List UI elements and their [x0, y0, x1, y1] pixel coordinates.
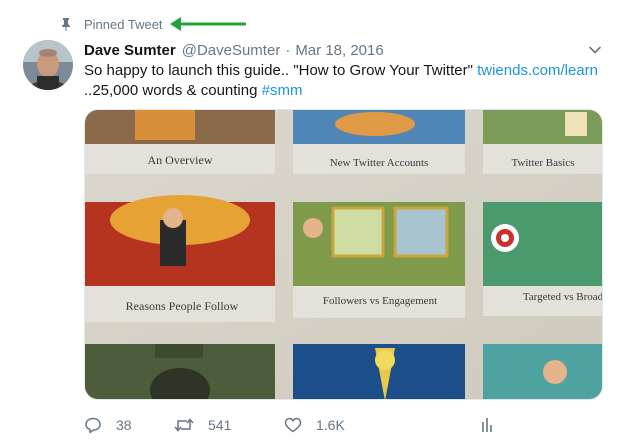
caret-down-icon[interactable] [587, 42, 603, 58]
reply-count: 38 [116, 417, 132, 433]
author-name[interactable]: Dave Sumter [84, 42, 176, 59]
retweet-icon [174, 418, 194, 432]
annotation-arrow-icon [170, 17, 246, 31]
avatar[interactable] [23, 40, 73, 90]
tweet-text-part1: So happy to launch this guide.. "How to … [84, 62, 478, 79]
analytics-icon [482, 418, 492, 432]
tweet-link[interactable]: twiends.com/learn [477, 62, 598, 79]
panel-row3-left [85, 344, 275, 399]
panel-row3-right [483, 344, 602, 399]
retweet-count: 541 [208, 417, 232, 433]
tweet-media-image[interactable]: An Overview New Twitter Accounts Twitter… [84, 109, 603, 400]
tweet-text: So happy to launch this guide.. "How to … [84, 61, 614, 101]
panel-label-new-twitter-accounts: New Twitter Accounts [330, 157, 429, 169]
like-icon [284, 417, 302, 433]
analytics-button[interactable] [480, 414, 508, 436]
tweet-actions: 38 541 1.6K [84, 414, 504, 436]
hashtag-link[interactable]: #smm [262, 82, 303, 99]
pin-icon [60, 16, 74, 32]
panel-label-twitter-basics: Twitter Basics [511, 157, 574, 169]
author-handle[interactable]: @DaveSumter [182, 42, 281, 59]
like-button[interactable]: 1.6K [284, 414, 345, 436]
panel-row3-middle [293, 344, 465, 399]
separator-dot: · [285, 41, 291, 59]
tweet-header: Dave Sumter @DaveSumter · Mar 18, 2016 [84, 40, 384, 60]
reply-button[interactable]: 38 [84, 414, 132, 436]
like-count: 1.6K [316, 417, 345, 433]
pinned-tweet-label: Pinned Tweet [84, 16, 163, 32]
panel-label-followers-vs-engagement: Followers vs Engagement [323, 295, 437, 307]
panel-label-targeted-vs-broad: Targeted vs Broad [523, 291, 603, 303]
panel-label-an-overview: An Overview [148, 153, 213, 167]
pinned-tweet-row: Pinned Tweet [60, 13, 163, 35]
panel-label-reasons-people-follow: Reasons People Follow [126, 299, 239, 313]
reply-icon [85, 417, 101, 434]
tweet-text-part2: ..25,000 words & counting [84, 82, 262, 99]
retweet-button[interactable]: 541 [174, 414, 231, 436]
tweet-date[interactable]: Mar 18, 2016 [295, 42, 383, 59]
